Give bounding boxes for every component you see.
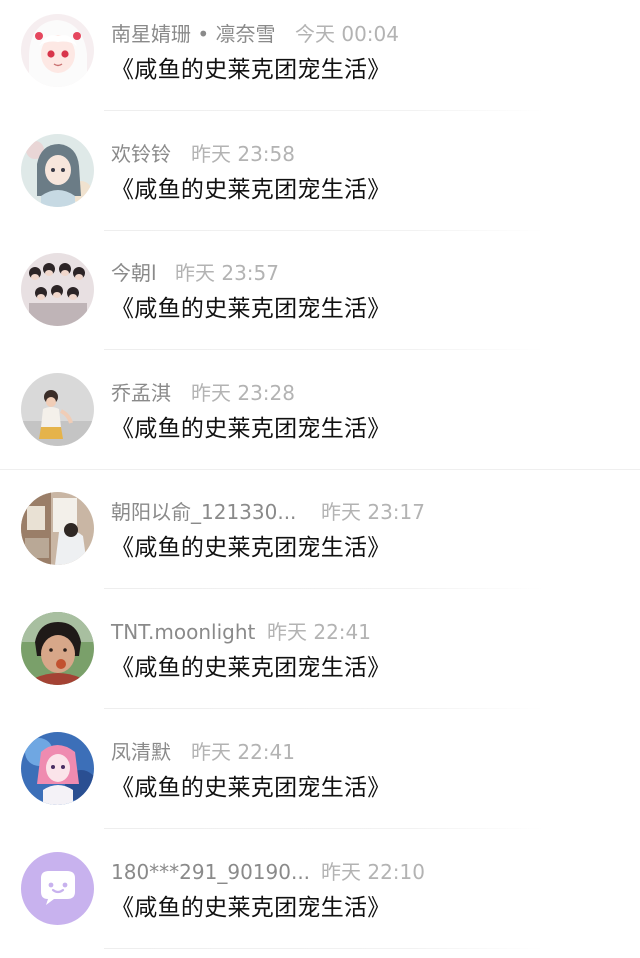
divider [104, 110, 544, 111]
comment-meta: 今朝l 昨天 23:57 [111, 258, 279, 288]
divider [104, 230, 544, 231]
comment-time: 昨天 22:41 [191, 740, 295, 764]
comment-item[interactable]: 欢铃铃 昨天 23:58 《咸鱼的史莱克团宠生活》 [0, 120, 640, 240]
user-name[interactable]: 凤清默 [111, 737, 171, 767]
comment-item[interactable]: 今朝l 昨天 23:57 《咸鱼的史莱克团宠生活》 [0, 239, 640, 359]
user-name[interactable]: 今朝l [111, 258, 157, 288]
comment-item[interactable]: 凤清默 昨天 22:41 《咸鱼的史莱克团宠生活》 [0, 718, 640, 838]
comment-item[interactable]: 乔孟淇 昨天 23:28 《咸鱼的史莱克团宠生活》 [0, 359, 640, 479]
divider [104, 588, 544, 589]
avatar[interactable] [21, 492, 94, 565]
comment-meta: 欢铃铃 昨天 23:58 [111, 139, 295, 169]
avatar[interactable] [21, 134, 94, 207]
group-photo-avatar-icon [21, 253, 94, 326]
comment-meta: TNT.moonlight 昨天 22:41 [111, 617, 371, 647]
person-photo-avatar-icon [21, 612, 94, 685]
comment-time: 昨天 22:10 [321, 860, 425, 884]
avatar[interactable] [21, 732, 94, 805]
comment-text: 《咸鱼的史莱克团宠生活》 [111, 177, 391, 203]
comment-text: 《咸鱼的史莱克团宠生活》 [111, 655, 391, 681]
user-name[interactable]: TNT.moonlight [111, 617, 255, 647]
user-name[interactable]: 欢铃铃 [111, 139, 171, 169]
comment-text: 《咸鱼的史莱克团宠生活》 [111, 535, 391, 561]
comment-time: 昨天 23:28 [191, 381, 295, 405]
avatar[interactable] [21, 14, 94, 87]
comment-time: 昨天 23:57 [175, 261, 279, 285]
comment-list: 南星婧珊 • 凛奈雪 今天 00:04 《咸鱼的史莱克团宠生活》 欢铃铃 昨天 … [0, 0, 640, 949]
room-photo-avatar-icon [21, 492, 94, 565]
child-photo-avatar-icon [21, 373, 94, 446]
illustrated-girl-avatar-icon [21, 134, 94, 207]
comment-item[interactable]: TNT.moonlight 昨天 22:41 《咸鱼的史莱克团宠生活》 [0, 598, 640, 718]
comment-meta: 乔孟淇 昨天 23:28 [111, 378, 295, 408]
divider [104, 948, 544, 949]
anime-character-avatar-icon [21, 732, 94, 805]
comment-meta: 180***291_90190... 昨天 22:10 [111, 857, 425, 887]
avatar[interactable] [21, 253, 94, 326]
user-name[interactable]: 朝阳以俞_121330... [111, 497, 296, 527]
comment-text: 《咸鱼的史莱克团宠生活》 [111, 775, 391, 801]
comment-meta: 南星婧珊 • 凛奈雪 今天 00:04 [111, 19, 399, 49]
avatar[interactable] [21, 612, 94, 685]
comment-text: 《咸鱼的史莱克团宠生活》 [111, 296, 391, 322]
divider [104, 349, 544, 350]
comment-item[interactable]: 南星婧珊 • 凛奈雪 今天 00:04 《咸鱼的史莱克团宠生活》 [0, 0, 640, 120]
user-name[interactable]: 180***291_90190... [111, 857, 310, 887]
divider [0, 469, 640, 470]
comment-time: 昨天 23:58 [191, 142, 295, 166]
comment-item[interactable]: 朝阳以俞_121330... 昨天 23:17 《咸鱼的史莱克团宠生活》 [0, 478, 640, 598]
avatar[interactable] [21, 852, 94, 925]
comment-time: 今天 00:04 [295, 22, 399, 46]
comment-text: 《咸鱼的史莱克团宠生活》 [111, 416, 391, 442]
default-chat-bubble-avatar-icon [21, 852, 94, 925]
comment-time: 昨天 23:17 [321, 500, 425, 524]
user-name[interactable]: 南星婧珊 • 凛奈雪 [111, 19, 276, 49]
comment-time: 昨天 22:41 [267, 620, 371, 644]
anime-girl-avatar-icon [21, 14, 94, 87]
comment-item[interactable]: 180***291_90190... 昨天 22:10 《咸鱼的史莱克团宠生活》 [0, 838, 640, 958]
divider [104, 708, 544, 709]
comment-meta: 凤清默 昨天 22:41 [111, 737, 295, 767]
comment-text: 《咸鱼的史莱克团宠生活》 [111, 895, 391, 921]
comment-meta: 朝阳以俞_121330... 昨天 23:17 [111, 497, 425, 527]
comment-text: 《咸鱼的史莱克团宠生活》 [111, 57, 391, 83]
user-name[interactable]: 乔孟淇 [111, 378, 171, 408]
divider [104, 828, 544, 829]
avatar[interactable] [21, 373, 94, 446]
